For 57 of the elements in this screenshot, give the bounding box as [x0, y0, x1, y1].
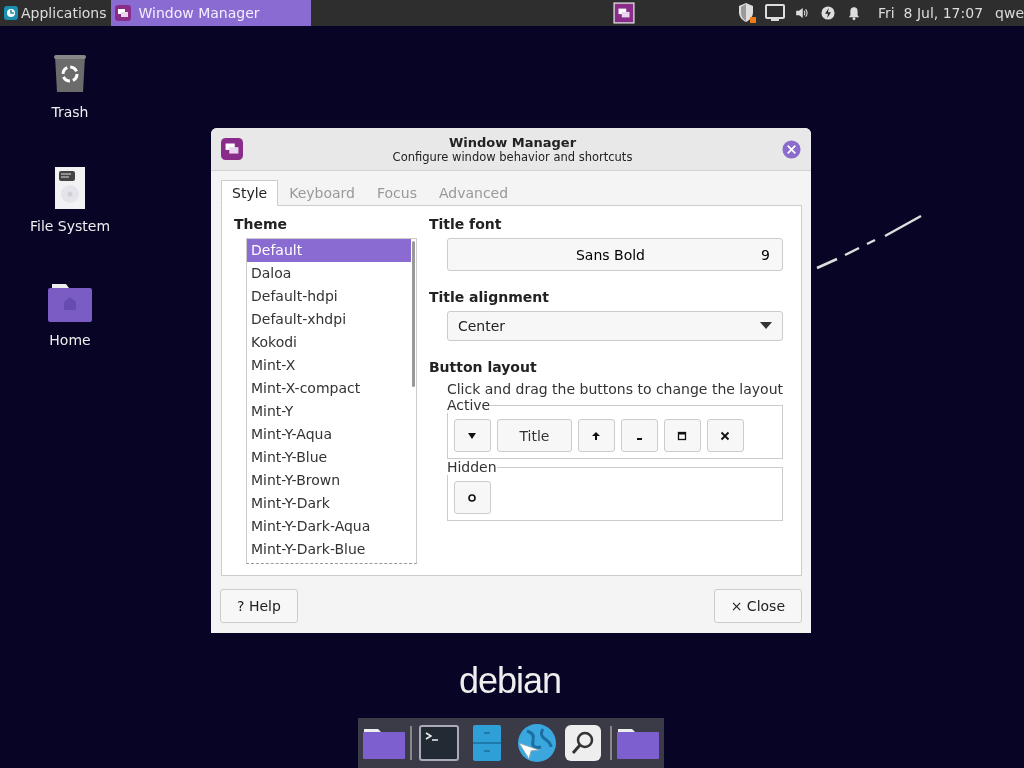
maximize-button[interactable] — [663, 419, 701, 452]
monitor-icon[interactable] — [763, 2, 786, 24]
close-button[interactable] — [706, 419, 744, 452]
dialog-subtitle: Configure window behavior and shortcuts — [392, 149, 633, 164]
alignment-dropdown[interactable]: Center — [446, 311, 783, 341]
close-icon[interactable] — [782, 139, 801, 159]
theme-list-item[interactable]: Mint-X-compact — [247, 377, 411, 400]
close-button[interactable]: × Close — [713, 589, 802, 623]
font-button[interactable]: Sans Bold 9 — [446, 238, 783, 271]
tab[interactable]: Style — [221, 180, 279, 206]
theme-list-item[interactable]: Mint-Y-Aqua — [247, 423, 411, 446]
section-heading: Button layout — [428, 359, 538, 375]
theme-list-item[interactable]: Mint-Y-Blue — [247, 446, 411, 469]
caret-icon — [760, 322, 772, 330]
lightning-icon[interactable] — [819, 5, 836, 21]
frame-label: Hidden — [446, 459, 497, 475]
title-button[interactable]: Title — [496, 419, 572, 452]
scrollbar-thumb[interactable] — [411, 241, 415, 387]
window-manager-icon — [221, 138, 243, 160]
theme-list-item[interactable]: Mint-Y-Dark — [247, 492, 411, 515]
terminal-icon[interactable] — [416, 725, 461, 761]
user-name[interactable]: qwe — [995, 5, 1024, 21]
theme-list-item[interactable]: Daloa — [247, 262, 411, 285]
section-heading: Title font — [428, 216, 503, 232]
applications-menu[interactable]: Applications — [0, 0, 111, 26]
section-heading: Theme — [234, 216, 289, 232]
theme-list-item[interactable]: Mint-Y-Dark-Blue — [247, 538, 411, 561]
desktop-icon-label[interactable]: Trash — [51, 104, 89, 120]
close-icon — [720, 430, 731, 441]
volume-icon[interactable] — [793, 5, 810, 21]
frame-label: Active — [446, 397, 491, 413]
hint-text: Click and drag the buttons to change the layout — [446, 381, 783, 397]
theme-list-item[interactable]: Kokodi — [247, 331, 411, 354]
minimize-icon — [636, 437, 642, 441]
dialog-title: Window Manager — [448, 134, 577, 150]
section-heading: Title alignment — [428, 289, 550, 305]
theme-list-item[interactable]: Default — [247, 239, 411, 262]
shade-button[interactable] — [577, 419, 615, 452]
theme-list-item[interactable]: Mint-X — [247, 354, 411, 377]
desktop-icon-label[interactable]: File System — [29, 218, 111, 234]
desktop-icon-label[interactable]: Home — [49, 332, 91, 348]
stick-button[interactable] — [453, 481, 491, 514]
theme-list-item[interactable]: Mint-Y-Dark-Aqua — [247, 515, 411, 538]
up-arrow-icon — [591, 430, 602, 441]
triangle-icon — [467, 430, 478, 441]
maximize-icon — [677, 430, 688, 441]
help-button[interactable]: ? Help — [220, 589, 298, 623]
circle-icon — [467, 492, 478, 503]
wallpaper-logo: debian — [459, 660, 562, 702]
theme-list-item[interactable]: Mint-Y-Brown — [247, 469, 411, 492]
clock[interactable]: Fri 8 Jul, 17:07 — [877, 5, 984, 21]
window-manager-icon — [114, 5, 131, 21]
taskbar-button[interactable]: Window Manager — [110, 0, 311, 26]
theme-list-item[interactable]: Default-xhdpi — [247, 308, 411, 331]
theme-list-item[interactable]: Mint-Y — [247, 400, 411, 423]
workspace-switcher-icon[interactable] — [612, 2, 635, 24]
theme-list-item[interactable]: Default-hdpi — [247, 285, 411, 308]
